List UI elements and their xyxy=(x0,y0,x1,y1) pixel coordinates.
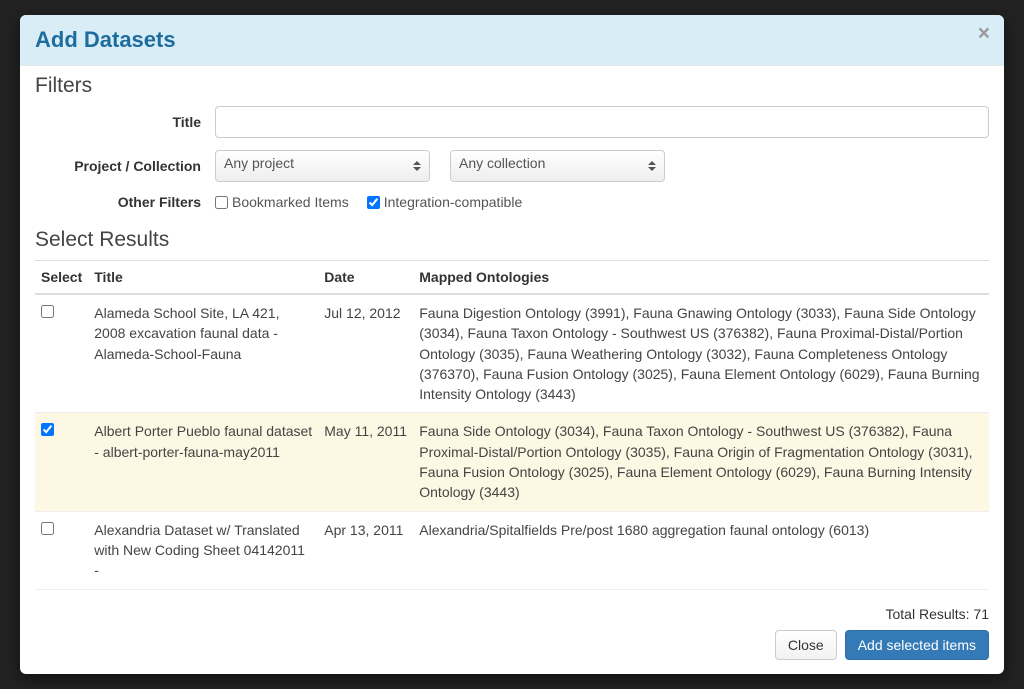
row-mapped-ontologies: Fauna Digestion Ontology (3991), Fauna G… xyxy=(413,294,989,413)
integration-label: Integration-compatible xyxy=(384,194,523,210)
close-icon[interactable]: × xyxy=(978,23,990,44)
row-mapped-ontologies: Alexandria/Spitalfields Pre/post 1680 ag… xyxy=(413,511,989,589)
modal-header: Add Datasets × xyxy=(20,15,1004,66)
column-date: Date xyxy=(318,261,413,294)
bookmarked-checkbox[interactable] xyxy=(215,196,228,209)
column-mapped: Mapped Ontologies xyxy=(413,261,989,294)
table-row[interactable]: Albert Porter Pueblo faunal dataset - al… xyxy=(35,413,989,511)
results-section: Select Results Select Title Date Mapped … xyxy=(35,228,989,590)
modal-footer: Total Results: 71 Close Add selected ite… xyxy=(20,595,1004,674)
filters-section: Filters Title Project / Collection Any p… xyxy=(35,74,989,210)
row-mapped-ontologies: Fauna Side Ontology (3034), Fauna Taxon … xyxy=(413,413,989,511)
results-heading: Select Results xyxy=(35,228,989,252)
row-date: Jul 12, 2012 xyxy=(318,294,413,413)
table-row[interactable]: Alameda School Site, LA 421, 2008 excava… xyxy=(35,294,989,413)
row-checkbox[interactable] xyxy=(41,423,54,436)
integration-checkbox-item[interactable]: Integration-compatible xyxy=(367,194,523,210)
total-results: Total Results: 71 xyxy=(35,606,989,622)
add-selected-button[interactable]: Add selected items xyxy=(845,630,989,660)
project-select[interactable]: Any project xyxy=(215,150,430,182)
bookmarked-checkbox-item[interactable]: Bookmarked Items xyxy=(215,194,349,210)
bookmarked-label: Bookmarked Items xyxy=(232,194,349,210)
row-checkbox[interactable] xyxy=(41,522,54,535)
row-title: Alameda School Site, LA 421, 2008 excava… xyxy=(88,294,318,413)
row-title: Alexandria Dataset w/ Translated with Ne… xyxy=(88,511,318,589)
other-filters-label: Other Filters xyxy=(35,194,215,210)
column-title: Title xyxy=(88,261,318,294)
collection-select[interactable]: Any collection xyxy=(450,150,665,182)
results-table-wrap[interactable]: Select Title Date Mapped Ontologies Alam… xyxy=(35,260,989,590)
row-date: May 11, 2011 xyxy=(318,413,413,511)
integration-checkbox[interactable] xyxy=(367,196,380,209)
title-input[interactable] xyxy=(215,106,989,138)
results-table: Select Title Date Mapped Ontologies Alam… xyxy=(35,261,989,590)
row-checkbox[interactable] xyxy=(41,305,54,318)
title-label: Title xyxy=(35,114,215,130)
add-datasets-modal: Add Datasets × Filters Title Project / C… xyxy=(20,15,1004,674)
project-collection-label: Project / Collection xyxy=(35,158,215,174)
row-title: Albert Porter Pueblo faunal dataset - al… xyxy=(88,413,318,511)
close-button[interactable]: Close xyxy=(775,630,837,660)
filters-heading: Filters xyxy=(35,74,989,98)
row-date: Apr 13, 2011 xyxy=(318,511,413,589)
column-select: Select xyxy=(35,261,88,294)
table-row[interactable]: Alexandria Dataset w/ Translated with Ne… xyxy=(35,511,989,589)
modal-title: Add Datasets xyxy=(35,27,989,53)
